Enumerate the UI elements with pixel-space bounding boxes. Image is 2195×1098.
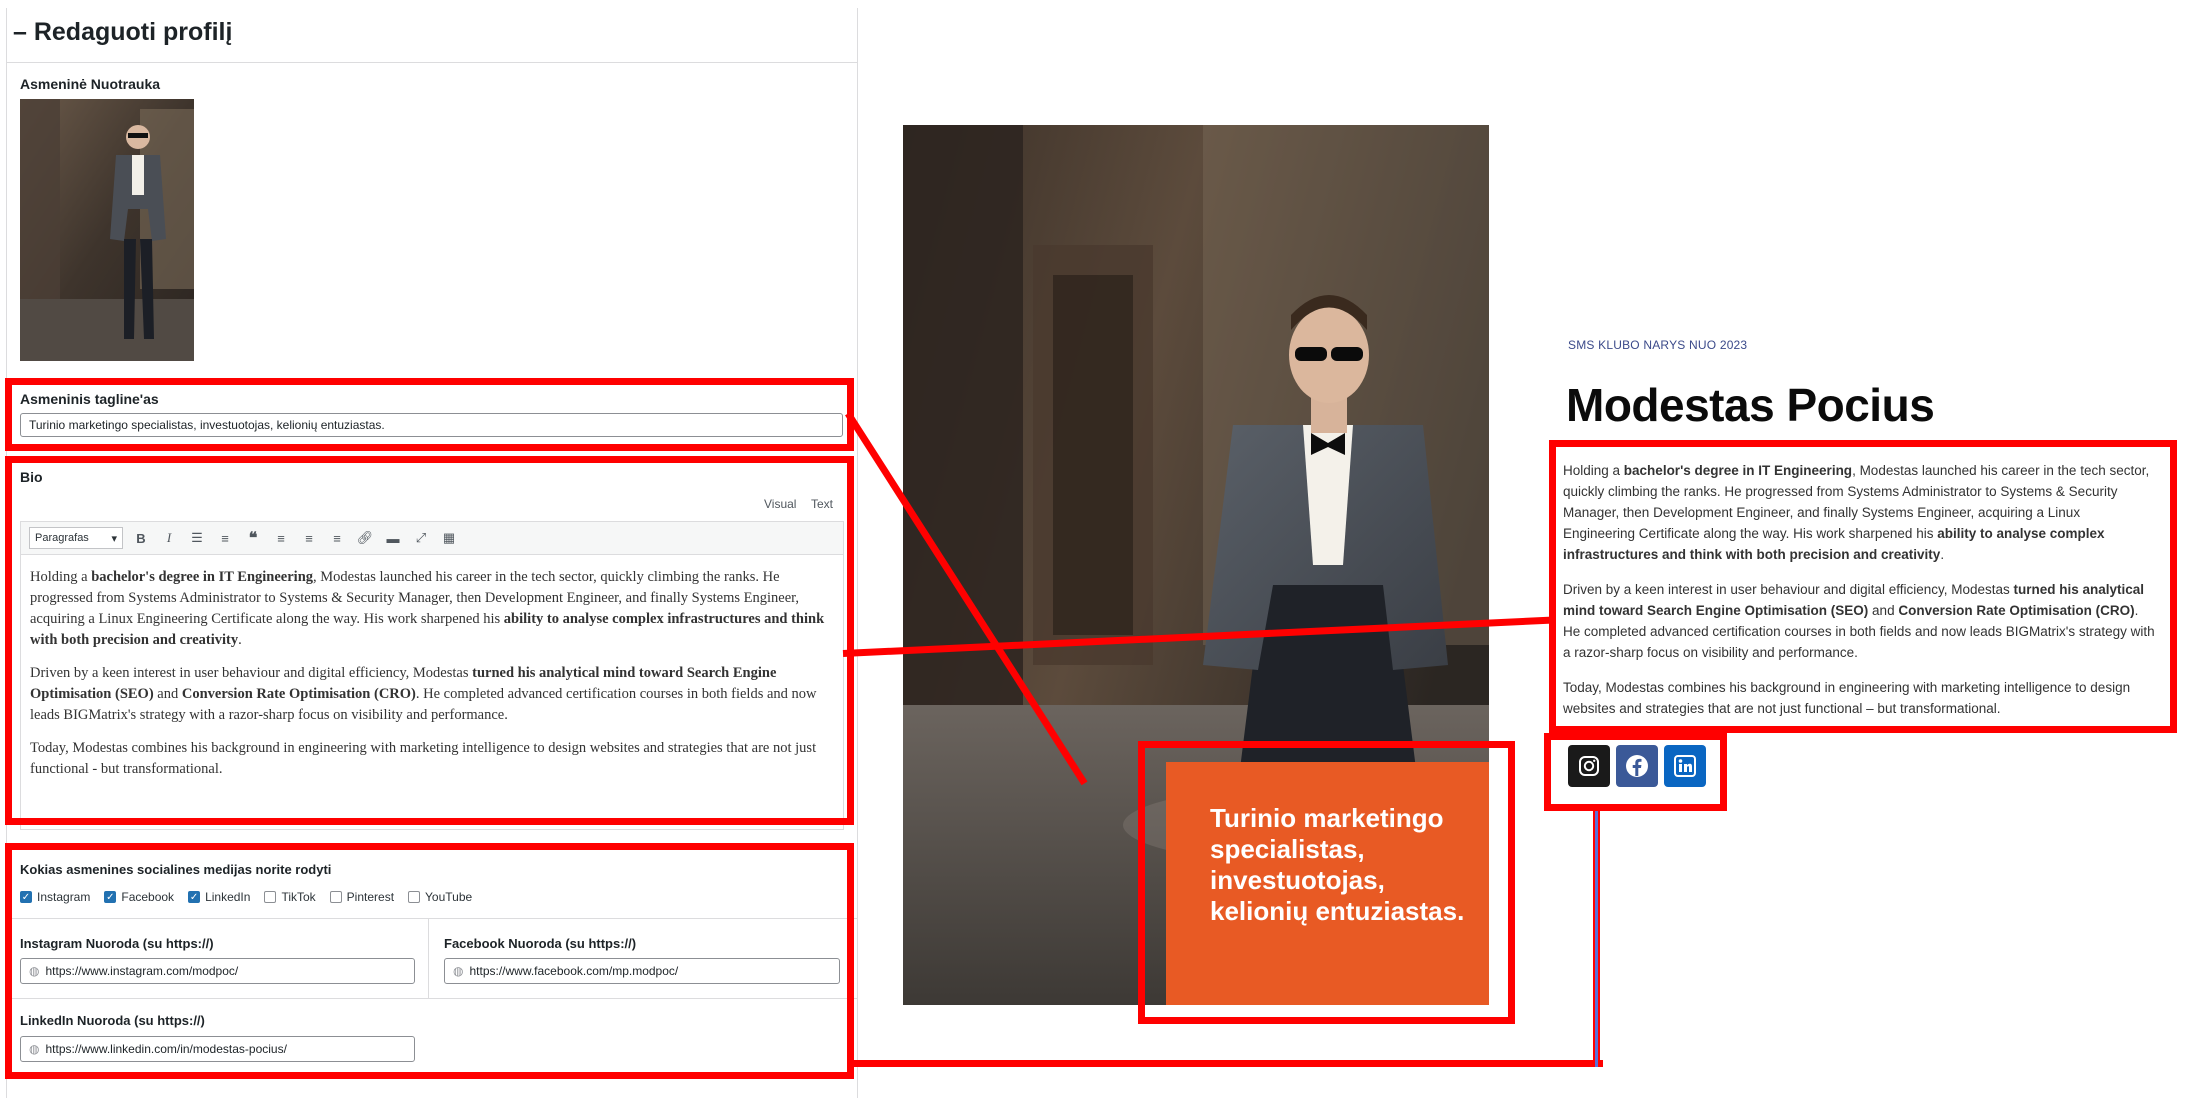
format-select-value: Paragrafas [35,532,89,544]
editor-bio-bold-text: bachelor's degree in IT Engineering [91,569,314,585]
checkbox[interactable] [264,891,277,903]
linkedin-url-label: LinkedIn Nuoroda (su https://) [20,1013,205,1028]
divider [6,918,858,919]
globe-icon: ◍ [29,964,40,978]
social-option-linkedin[interactable]: ✓ LinkedIn [188,890,250,904]
linkedin-icon [1674,755,1696,777]
checkbox[interactable] [329,891,342,903]
chevron-down-icon: ▾ [111,532,117,545]
social-checkboxes: ✓ Instagram ✓ Facebook ✓ LinkedIn TikTok Pinter… [20,890,850,904]
editor-bio-paragraph: Driven by a keen interest in user behavi… [30,663,834,726]
facebook-url-value: https://www.facebook.com/mp.modpoc/ [469,964,679,978]
social-option-pinterest[interactable]: Pinterest [329,890,395,904]
editor-bio-bold-text: Conversion Rate Optimisation (CRO) [181,686,416,702]
fullscreen-icon[interactable]: ⤢ [411,528,431,548]
instagram-icon [1579,756,1599,776]
checkbox[interactable]: ✓ [104,891,117,903]
linkedin-url-value: https://www.linkedin.com/in/modestas-poc… [45,1042,287,1056]
profile-bio-text: Today, Modestas combines his background … [1563,680,2131,716]
facebook-icon [1626,755,1648,777]
profile-bio-bold-text: bachelor's degree in IT Engineering [1623,463,1853,478]
social-label: Kokias asmenines socialines medijas nori… [20,862,332,877]
tagline-card-text: Turinio marketingo specialistas, investu… [1210,803,1465,926]
checkbox-label: LinkedIn [205,890,251,904]
linkedin-url-input[interactable]: ◍ https://www.linkedin.com/in/modestas-po… [20,1036,415,1062]
align-center-icon[interactable]: ≡ [299,528,319,548]
divider [6,62,858,63]
facebook-link[interactable] [1616,745,1658,787]
bold-icon[interactable]: B [131,528,151,548]
divider [6,998,858,999]
connector-social-accent [1595,811,1598,1067]
editor-bio-paragraph: Holding a bachelor's degree in IT Engine… [30,567,834,651]
social-option-instagram[interactable]: ✓ Instagram [20,890,90,904]
checkbox-label: Facebook [121,890,175,904]
align-left-icon[interactable]: ≡ [271,528,291,548]
align-right-icon[interactable]: ≡ [327,528,347,548]
editor-bio-text: Driven by a keen interest in user behavi… [30,665,473,681]
tab-visual[interactable]: Visual [764,497,796,511]
instagram-url-label: Instagram Nuoroda (su https://) [20,936,214,951]
checkbox[interactable]: ✓ [188,891,201,903]
tab-text[interactable]: Text [811,497,833,511]
checkbox-label: YouTube [425,890,473,904]
blockquote-icon[interactable]: ❝ [243,528,263,548]
read-more-icon[interactable]: ▬ [383,528,403,548]
social-option-facebook[interactable]: ✓ Facebook [104,890,174,904]
format-select[interactable]: Paragrafas ▾ [29,527,123,549]
profile-bio-text: Driven by a keen interest in user behavi… [1563,582,2014,597]
globe-icon: ◍ [29,1042,40,1056]
link-icon[interactable]: 🔗︎ [355,528,375,548]
member-kicker: SMS KLUBO NARYS NUO 2023 [1568,338,1748,352]
profile-bio-paragraph: Driven by a keen interest in user behavi… [1563,579,2155,663]
italic-icon[interactable]: I [159,528,179,548]
divider [428,918,429,998]
instagram-url-value: https://www.instagram.com/modpoc/ [45,964,239,978]
profile-bio: Holding a bachelor's degree in IT Engine… [1563,460,2155,733]
instagram-link[interactable] [1568,745,1610,787]
checkbox[interactable] [408,891,421,903]
editor-bio-text: Today, Modestas combines his background … [30,740,817,777]
numbered-list-icon[interactable]: ≡ [215,528,235,548]
profile-bio-paragraph: Today, Modestas combines his background … [1563,677,2155,719]
profile-bio-paragraph: Holding a bachelor's degree in IT Engine… [1563,460,2155,565]
checkbox[interactable]: ✓ [20,891,32,903]
profile-photo-thumbnail[interactable] [20,99,194,361]
checkbox-label: TikTok [281,890,316,904]
panel-title[interactable]: – Redaguoti profilį [13,18,232,47]
connector-social-h [850,1060,1603,1067]
profile-bio-text: Holding a [1563,463,1624,478]
editor-bio-paragraph: Today, Modestas combines his background … [30,738,834,780]
editor-toolbar: Paragrafas ▾ B I ☰ ≡ ❝ ≡ ≡ ≡ 🔗︎ ▬ ⤢ ▦ [20,521,844,555]
social-option-youtube[interactable]: YouTube [408,890,472,904]
photo-label: Asmeninė Nuotrauka [20,76,161,92]
tagline-label: Asmeninis tagline'as [20,391,159,407]
facebook-url-input[interactable]: ◍ https://www.facebook.com/mp.modpoc/ [444,958,840,984]
facebook-url-label: Facebook Nuoroda (su https://) [444,936,637,951]
profile-bio-text: . [1940,547,1945,562]
profile-name: Modestas Pocius [1566,379,1935,431]
bio-label: Bio [20,469,43,485]
bio-editor[interactable]: Holding a bachelor's degree in IT Engine… [20,555,844,830]
instagram-url-input[interactable]: ◍ https://www.instagram.com/modpoc/ [20,958,415,984]
editor-bio-text: and [153,686,182,702]
checkbox-label: Instagram [37,890,91,904]
bullet-list-icon[interactable]: ☰ [187,528,207,548]
tagline-input[interactable]: Turinio marketingo specialistas, investu… [20,413,843,437]
profile-bio-bold-text: Conversion Rate Optimisation (CRO) [1898,603,2135,618]
globe-icon: ◍ [453,964,464,978]
editor-bio-text: . [238,632,242,648]
social-option-tiktok[interactable]: TikTok [264,890,316,904]
linkedin-link[interactable] [1664,745,1706,787]
checkbox-label: Pinterest [346,890,395,904]
editor-bio-text: Holding a [30,569,92,585]
toolbar-toggle-icon[interactable]: ▦ [439,528,459,548]
profile-bio-text: and [1868,603,1899,618]
